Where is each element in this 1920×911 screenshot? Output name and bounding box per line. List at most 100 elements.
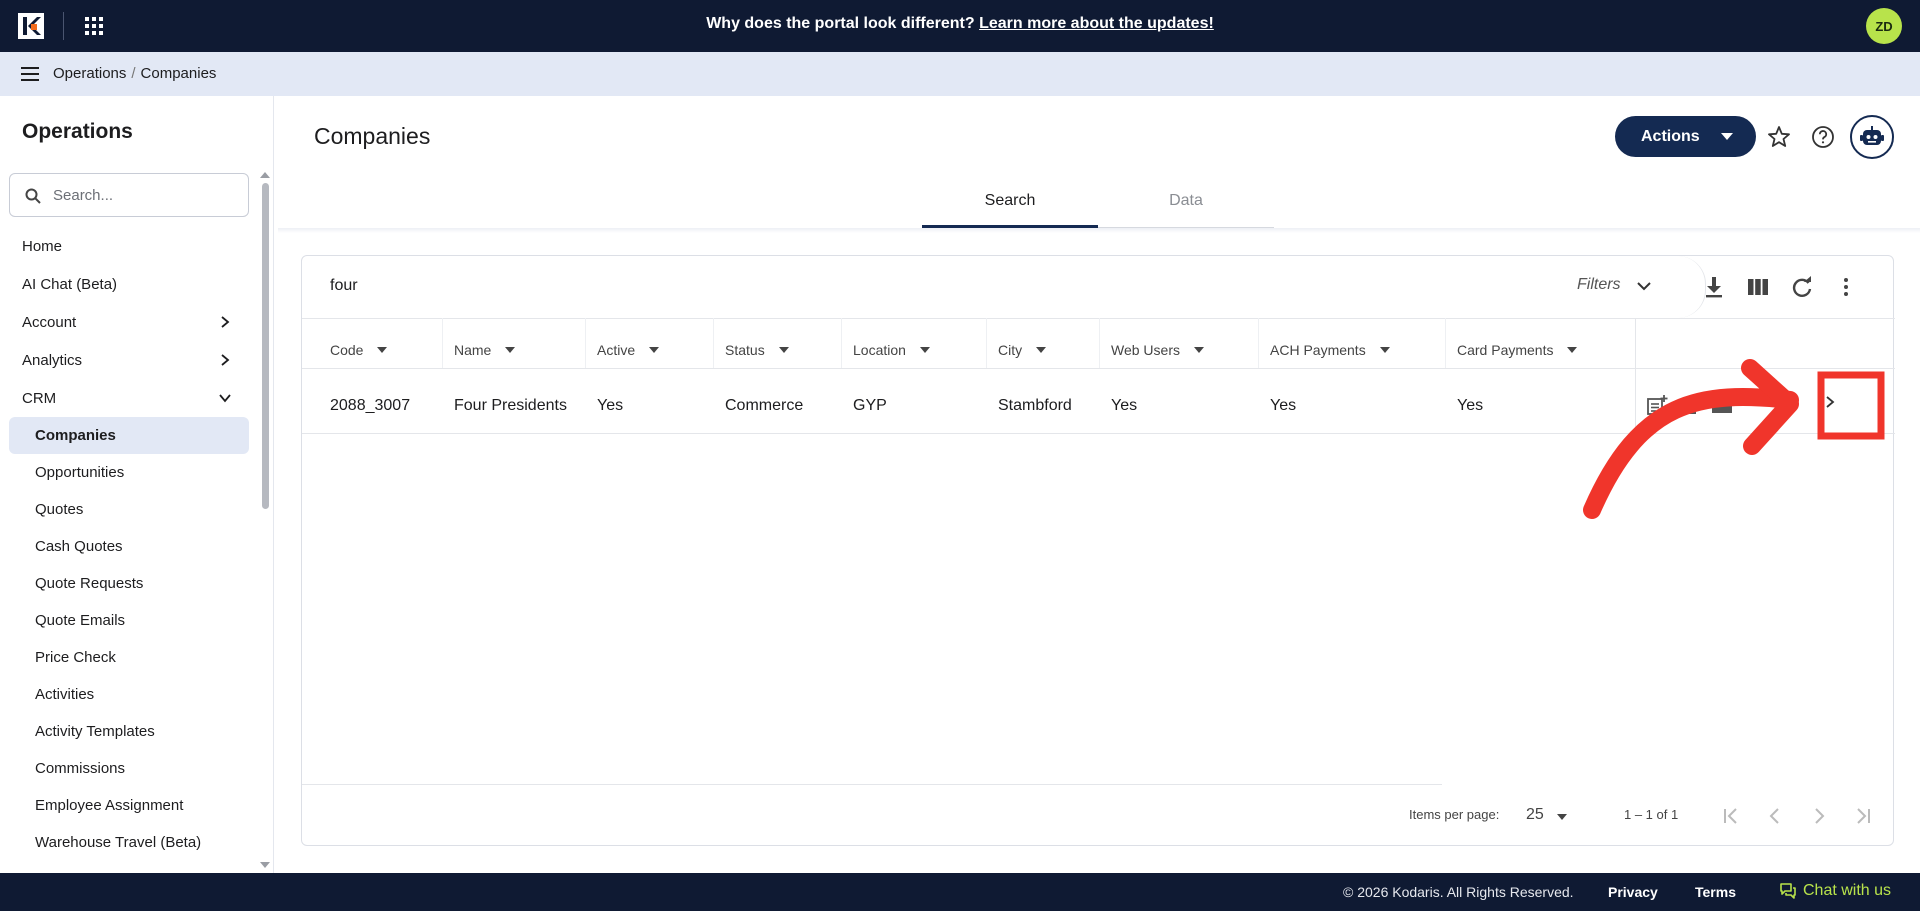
sidebar-item-price-check[interactable]: Price Check <box>0 639 256 676</box>
page-title: Companies <box>314 123 431 149</box>
items-per-page-select[interactable]: 25 <box>1526 806 1544 824</box>
previous-page-icon[interactable] <box>1763 804 1787 828</box>
sidebar-item-label: Companies <box>35 427 116 444</box>
columns-icon[interactable] <box>1746 276 1770 298</box>
column-header-label: Card Payments <box>1457 342 1554 358</box>
sidebar-item-quote-emails[interactable]: Quote Emails <box>0 602 256 639</box>
footer-privacy-link[interactable]: Privacy <box>1608 884 1658 900</box>
ai-assistant-button[interactable] <box>1850 115 1894 159</box>
column-header-card-payments[interactable]: Card Payments <box>1457 342 1578 358</box>
sidebar-item-label: CRM <box>22 389 57 407</box>
hamburger-menu-icon[interactable] <box>21 66 39 82</box>
footer-copyright: © 2026 Kodaris. All Rights Reserved. <box>1343 884 1574 900</box>
column-header-status[interactable]: Status <box>725 342 789 358</box>
column-header-city[interactable]: City <box>998 342 1047 358</box>
chat-icon <box>1780 883 1796 899</box>
sidebar-item-label: Quotes <box>35 501 84 518</box>
cell-ach-payments: Yes <box>1270 397 1297 414</box>
next-page-icon[interactable] <box>1807 804 1831 828</box>
filters-button[interactable]: Filters <box>1577 276 1621 294</box>
column-header-web-users[interactable]: Web Users <box>1111 342 1204 358</box>
sidebar-item-activities[interactable]: Activities <box>0 676 256 713</box>
breadcrumb-companies: Companies <box>140 65 217 82</box>
sidebar-item-opportunities[interactable]: Opportunities <box>0 454 256 491</box>
cell-active: Yes <box>597 397 624 414</box>
add-photo-icon[interactable] <box>1680 394 1702 416</box>
more-vert-icon[interactable] <box>1834 276 1858 298</box>
user-avatar[interactable]: ZD <box>1866 8 1902 44</box>
grid-search-input[interactable]: four <box>330 277 358 295</box>
more-vert-icon[interactable] <box>1776 394 1798 416</box>
sidebar-item-quote-requests[interactable]: Quote Requests <box>0 565 256 602</box>
column-divider <box>713 318 714 368</box>
open-company-button[interactable] <box>1815 387 1845 417</box>
sidebar-item-commissions[interactable]: Commissions <box>0 750 256 787</box>
sort-caret-icon <box>505 347 516 353</box>
sidebar-item-quotes[interactable]: Quotes <box>0 491 256 528</box>
column-divider <box>841 318 842 368</box>
column-divider <box>1445 318 1446 368</box>
column-header-label: City <box>998 342 1023 358</box>
cell-code: 2088_3007 <box>330 397 411 414</box>
caret-down-icon <box>1721 133 1733 140</box>
column-divider <box>1099 318 1100 368</box>
scroll-down-arrow[interactable] <box>260 862 270 868</box>
first-page-icon[interactable] <box>1719 804 1743 828</box>
sidebar-item-ai-chat[interactable]: AI Chat (Beta) <box>0 265 256 303</box>
column-header-code[interactable]: Code <box>330 342 388 358</box>
scroll-up-arrow[interactable] <box>260 172 270 178</box>
sidebar-item-warehouse-travel[interactable]: Warehouse Travel (Beta) <box>0 824 256 861</box>
sidebar-item-account[interactable]: Account <box>0 303 256 341</box>
column-divider <box>1258 318 1259 368</box>
sidebar-item-companies[interactable]: Companies <box>9 417 249 454</box>
sidebar-item-label: Employee Assignment <box>35 797 184 814</box>
view-tabs: Search Data <box>922 186 1274 228</box>
column-header-label: Name <box>454 342 492 358</box>
caret-down-icon[interactable] <box>1557 814 1567 820</box>
tabs-shadow <box>278 228 1920 233</box>
download-icon[interactable] <box>1702 276 1726 298</box>
tab-search[interactable]: Search <box>922 186 1098 228</box>
help-icon[interactable] <box>1810 124 1836 150</box>
header-row-divider <box>302 368 1895 369</box>
banner-question: Why does the portal look different? <box>706 15 975 32</box>
top-bar: Why does the portal look different? Lear… <box>0 0 1920 52</box>
chevron-down-icon[interactable] <box>1637 281 1651 291</box>
sidebar-item-crm[interactable]: CRM <box>0 379 256 417</box>
actions-button-label: Actions <box>1641 127 1700 145</box>
cell-status: Commerce <box>725 397 804 414</box>
actions-button[interactable]: Actions <box>1615 116 1756 157</box>
column-header-active[interactable]: Active <box>597 342 660 358</box>
sidebar-item-cash-quotes[interactable]: Cash Quotes <box>0 528 256 565</box>
sidebar-item-employee-assignment[interactable]: Employee Assignment <box>0 787 256 824</box>
column-header-location[interactable]: Location <box>853 342 930 358</box>
sidebar-item-label: Activity Templates <box>35 723 155 740</box>
breadcrumb-operations[interactable]: Operations <box>53 65 126 82</box>
column-header-name[interactable]: Name <box>454 342 516 358</box>
sort-caret-icon <box>1193 347 1204 353</box>
cell-web-users: Yes <box>1111 397 1138 414</box>
last-page-icon[interactable] <box>1851 804 1875 828</box>
email-icon[interactable] <box>1711 394 1733 416</box>
sidebar-item-label: Cash Quotes <box>35 538 123 555</box>
sidebar-title: Operations <box>22 120 133 143</box>
cell-city: Stambford <box>998 397 1072 414</box>
sidebar-item-analytics[interactable]: Analytics <box>0 341 256 379</box>
chat-label: Chat with us <box>1803 882 1892 899</box>
sidebar-nav: Home AI Chat (Beta) Account Analytics CR… <box>0 227 256 861</box>
sidebar-search-input[interactable]: Search... <box>9 173 249 217</box>
footer-terms-link[interactable]: Terms <box>1695 884 1736 900</box>
chat-with-us-button[interactable]: Chat with us <box>1779 882 1891 900</box>
sidebar-item-activity-templates[interactable]: Activity Templates <box>0 713 256 750</box>
sort-caret-icon <box>778 347 789 353</box>
refresh-icon[interactable] <box>1790 276 1814 298</box>
column-header-ach-payments[interactable]: ACH Payments <box>1270 342 1390 358</box>
sidebar-scrollbar-thumb[interactable] <box>262 183 269 509</box>
column-divider <box>585 318 586 368</box>
tab-data[interactable]: Data <box>1098 186 1274 228</box>
column-divider <box>442 318 443 368</box>
sidebar-item-home[interactable]: Home <box>0 227 256 265</box>
banner-learn-more-link[interactable]: Learn more about the updates! <box>979 15 1214 32</box>
add-note-icon[interactable] <box>1646 394 1668 416</box>
star-icon[interactable] <box>1766 124 1792 150</box>
